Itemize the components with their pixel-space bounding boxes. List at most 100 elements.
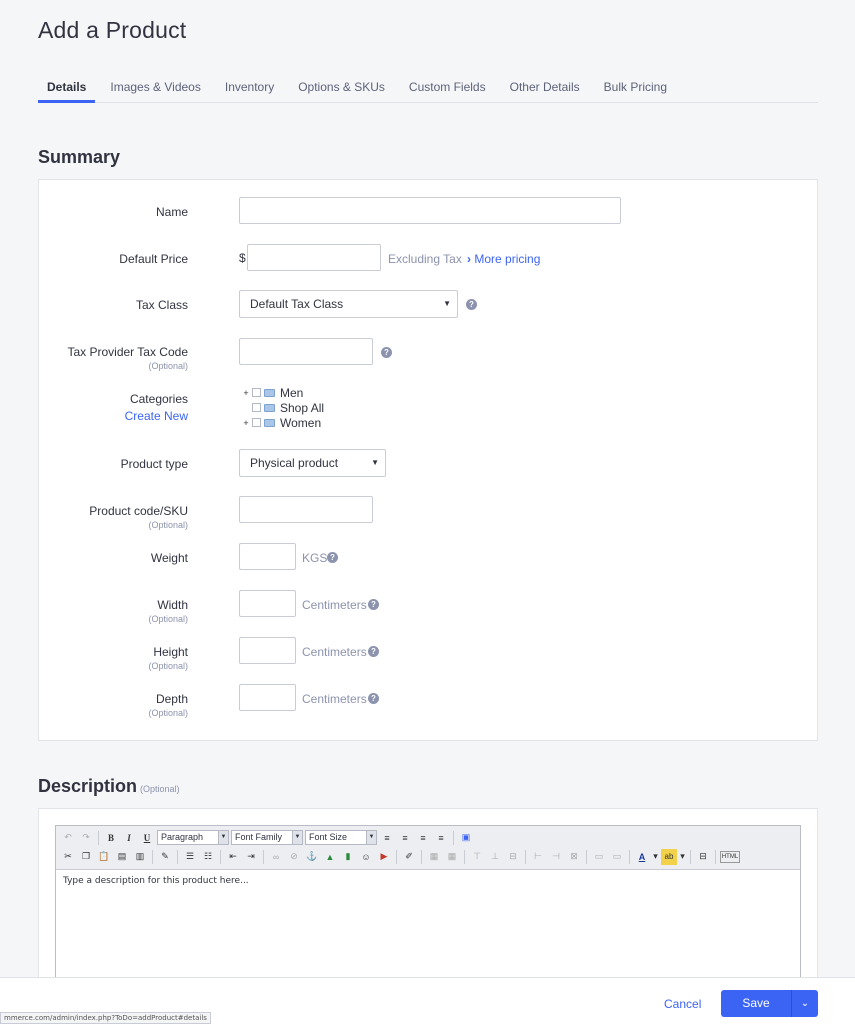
cut-icon[interactable]: ✂ xyxy=(60,849,76,865)
height-optional: (Optional) xyxy=(148,661,188,671)
category-checkbox[interactable] xyxy=(252,403,261,412)
tax-class-select[interactable]: Default Tax Class ▼ xyxy=(239,290,458,318)
caret-down-icon: ▼ xyxy=(218,831,228,844)
align-center-icon[interactable]: ≡ xyxy=(397,830,413,846)
font-family-value: Font Family xyxy=(235,832,283,842)
tax-code-input[interactable] xyxy=(239,338,373,365)
align-right-icon[interactable]: ≡ xyxy=(415,830,431,846)
delete-row-icon[interactable]: ⊟ xyxy=(505,849,521,865)
underline-icon[interactable]: U xyxy=(139,830,155,846)
undo-icon[interactable]: ↶ xyxy=(60,830,76,846)
redo-icon[interactable]: ↷ xyxy=(78,830,94,846)
font-size-select[interactable]: Font Size ▼ xyxy=(305,830,377,845)
product-type-select[interactable]: Physical product ▼ xyxy=(239,449,386,477)
help-icon[interactable]: ? xyxy=(381,347,392,358)
italic-icon[interactable]: I xyxy=(121,830,137,846)
numbered-list-icon[interactable]: ☷ xyxy=(200,849,216,865)
category-women[interactable]: + Women xyxy=(240,415,324,430)
help-icon[interactable]: ? xyxy=(327,552,338,563)
bullet-list-icon[interactable]: ☰ xyxy=(182,849,198,865)
merge-cells-icon[interactable]: ▭ xyxy=(609,849,625,865)
width-label-text: Width xyxy=(157,598,188,612)
category-checkbox[interactable] xyxy=(252,418,261,427)
tab-inventory[interactable]: Inventory xyxy=(216,79,283,103)
table-icon[interactable]: ▦ xyxy=(426,849,442,865)
name-input[interactable] xyxy=(239,197,621,224)
depth-label: Depth (Optional) xyxy=(148,692,188,718)
paste-word-icon[interactable]: ▥ xyxy=(132,849,148,865)
emoticon-icon[interactable]: ☺ xyxy=(358,849,374,865)
chevron-right-icon: › xyxy=(467,252,471,266)
media-icon[interactable]: ▮ xyxy=(340,849,356,865)
depth-input[interactable] xyxy=(239,684,296,711)
sku-input[interactable] xyxy=(239,496,373,523)
col-before-icon[interactable]: ⊢ xyxy=(530,849,546,865)
font-family-select[interactable]: Font Family ▼ xyxy=(231,830,303,845)
unlink-icon[interactable]: ⊘ xyxy=(286,849,302,865)
tax-code-label-text: Tax Provider Tax Code xyxy=(67,345,188,359)
caret-down-icon[interactable]: ▾ xyxy=(652,849,659,865)
cancel-button[interactable]: Cancel xyxy=(664,997,701,1011)
copy-icon[interactable]: ❐ xyxy=(78,849,94,865)
youtube-icon[interactable]: ▶ xyxy=(376,849,392,865)
table-props-icon[interactable]: ▦ xyxy=(444,849,460,865)
col-after-icon[interactable]: ⊣ xyxy=(548,849,564,865)
bold-icon[interactable]: B xyxy=(103,830,119,846)
tab-other-details[interactable]: Other Details xyxy=(501,79,589,103)
link-icon[interactable]: ∞ xyxy=(268,849,284,865)
height-label-text: Height xyxy=(153,645,188,659)
help-icon[interactable]: ? xyxy=(368,693,379,704)
edit-icon[interactable]: ✐ xyxy=(401,849,417,865)
align-justify-icon[interactable]: ≡ xyxy=(433,830,449,846)
category-label: Men xyxy=(280,385,304,400)
row-after-icon[interactable]: ⊥ xyxy=(487,849,503,865)
split-cells-icon[interactable]: ▭ xyxy=(591,849,607,865)
help-icon[interactable]: ? xyxy=(368,599,379,610)
tab-bulk-pricing[interactable]: Bulk Pricing xyxy=(595,79,676,103)
chevron-down-icon[interactable]: ⌄ xyxy=(792,990,818,1017)
more-pricing-link[interactable]: › More pricing xyxy=(467,252,540,266)
row-before-icon[interactable]: ⊤ xyxy=(469,849,485,865)
caret-down-icon[interactable]: ▾ xyxy=(679,849,686,865)
tab-images-videos[interactable]: Images & Videos xyxy=(101,79,210,103)
depth-optional: (Optional) xyxy=(148,708,188,718)
paste-icon[interactable]: 📋 xyxy=(96,849,112,865)
paste-text-icon[interactable]: ▤ xyxy=(114,849,130,865)
font-size-value: Font Size xyxy=(309,832,348,842)
weight-input[interactable] xyxy=(239,543,296,570)
expand-icon[interactable]: + xyxy=(240,388,252,398)
editor-toolbar: ↶ ↷ B I U Paragraph ▼ Font Family ▼ Font S… xyxy=(56,826,800,870)
fullscreen-icon[interactable]: ▣ xyxy=(458,830,474,846)
height-input[interactable] xyxy=(239,637,296,664)
create-new-category-link[interactable]: Create New xyxy=(125,409,188,423)
help-icon[interactable]: ? xyxy=(368,646,379,657)
tab-details[interactable]: Details xyxy=(38,79,96,103)
outdent-icon[interactable]: ⇤ xyxy=(225,849,241,865)
category-checkbox[interactable] xyxy=(252,388,261,397)
delete-col-icon[interactable]: ⊠ xyxy=(566,849,582,865)
indent-icon[interactable]: ⇥ xyxy=(243,849,259,865)
align-left-icon[interactable]: ≡ xyxy=(379,830,395,846)
html-source-icon[interactable]: HTML xyxy=(720,850,740,863)
description-title-text: Description xyxy=(38,776,138,796)
help-icon[interactable]: ? xyxy=(466,299,477,310)
default-price-input[interactable] xyxy=(247,244,381,271)
description-editor-body[interactable]: Type a description for this product here… xyxy=(56,870,800,892)
category-men[interactable]: + Men xyxy=(240,385,324,400)
expand-icon[interactable]: + xyxy=(240,418,252,428)
tab-custom-fields[interactable]: Custom Fields xyxy=(400,79,495,103)
text-color-icon[interactable]: A xyxy=(634,849,650,865)
anchor-icon[interactable]: ⚓ xyxy=(304,849,320,865)
cleanup-icon[interactable]: ✎ xyxy=(157,849,173,865)
save-button[interactable]: Save xyxy=(721,990,791,1017)
tab-options-skus[interactable]: Options & SKUs xyxy=(289,79,394,103)
horizontal-rule-icon[interactable]: ⊟ xyxy=(695,849,711,865)
category-tree: + Men Shop All + Women xyxy=(240,385,324,430)
image-icon[interactable]: ▲ xyxy=(322,849,338,865)
highlight-color-icon[interactable]: ab xyxy=(661,848,677,865)
description-title: Description (Optional) xyxy=(38,776,180,797)
format-select[interactable]: Paragraph ▼ xyxy=(157,830,229,845)
width-input[interactable] xyxy=(239,590,296,617)
default-price-label: Default Price xyxy=(119,252,188,266)
category-shop-all[interactable]: Shop All xyxy=(240,400,324,415)
